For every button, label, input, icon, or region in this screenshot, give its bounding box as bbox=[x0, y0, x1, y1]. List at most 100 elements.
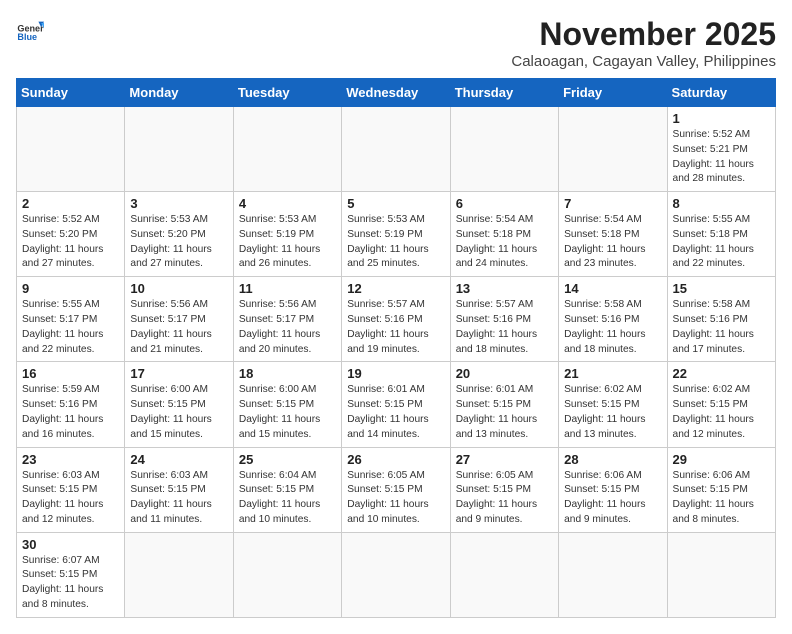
header: General Blue November 2025 Calaoagan, Ca… bbox=[16, 16, 776, 70]
calendar-cell: 3 Sunrise: 5:53 AM Sunset: 5:20 PM Daylig… bbox=[125, 192, 233, 277]
cell-content: Sunrise: 5:58 AM Sunset: 5:16 PM Dayligh… bbox=[673, 298, 770, 357]
calendar-cell: 29 Sunrise: 6:06 AM Sunset: 5:15 PM Dayli… bbox=[667, 447, 775, 532]
day-number: 30 bbox=[22, 537, 119, 552]
cell-content: Sunrise: 6:02 AM Sunset: 5:15 PM Dayligh… bbox=[673, 383, 770, 442]
calendar: SundayMondayTuesdayWednesdayThursdayFrid… bbox=[16, 78, 776, 618]
calendar-cell: 27 Sunrise: 6:05 AM Sunset: 5:15 PM Dayli… bbox=[450, 447, 558, 532]
calendar-cell: 4Sunrise: 5:53 AM Sunset: 5:19 PM Daylig… bbox=[233, 192, 341, 277]
cell-content: Sunrise: 5:52 AM Sunset: 5:21 PM Dayligh… bbox=[673, 128, 770, 187]
day-number: 20 bbox=[456, 366, 553, 381]
day-number: 17 bbox=[130, 366, 227, 381]
location-title: Calaoagan, Cagayan Valley, Philippines bbox=[511, 53, 776, 70]
cell-content: Sunrise: 5:55 AM Sunset: 5:18 PM Dayligh… bbox=[673, 213, 770, 272]
day-number: 3 bbox=[130, 196, 227, 211]
calendar-cell: 25Sunrise: 6:04 AM Sunset: 5:15 PM Dayli… bbox=[233, 447, 341, 532]
cell-content: Sunrise: 5:54 AM Sunset: 5:18 PM Dayligh… bbox=[456, 213, 553, 272]
weekday-saturday: Saturday bbox=[667, 79, 775, 107]
cell-content: Sunrise: 5:53 AM Sunset: 5:19 PM Dayligh… bbox=[347, 213, 444, 272]
calendar-cell: 12 Sunrise: 5:57 AM Sunset: 5:16 PM Dayli… bbox=[342, 277, 450, 362]
cell-content: Sunrise: 6:03 AM Sunset: 5:15 PM Dayligh… bbox=[22, 469, 119, 528]
calendar-cell: 24Sunrise: 6:03 AM Sunset: 5:15 PM Dayli… bbox=[125, 447, 233, 532]
cell-content: Sunrise: 5:57 AM Sunset: 5:16 PM Dayligh… bbox=[456, 298, 553, 357]
weekday-thursday: Thursday bbox=[450, 79, 558, 107]
cell-content: Sunrise: 6:01 AM Sunset: 5:15 PM Dayligh… bbox=[347, 383, 444, 442]
calendar-cell: 14 Sunrise: 5:58 AM Sunset: 5:16 PM Dayli… bbox=[559, 277, 667, 362]
cell-content: Sunrise: 6:03 AM Sunset: 5:15 PM Dayligh… bbox=[130, 469, 227, 528]
calendar-cell: 21Sunrise: 6:02 AM Sunset: 5:15 PM Dayli… bbox=[559, 362, 667, 447]
day-number: 23 bbox=[22, 452, 119, 467]
cell-content: Sunrise: 5:56 AM Sunset: 5:17 PM Dayligh… bbox=[239, 298, 336, 357]
week-row-2: 2Sunrise: 5:52 AM Sunset: 5:20 PM Daylig… bbox=[17, 192, 776, 277]
calendar-cell: 5 Sunrise: 5:53 AM Sunset: 5:19 PM Daylig… bbox=[342, 192, 450, 277]
calendar-cell: 17 Sunrise: 6:00 AM Sunset: 5:15 PM Dayli… bbox=[125, 362, 233, 447]
week-row-5: 23 Sunrise: 6:03 AM Sunset: 5:15 PM Dayli… bbox=[17, 447, 776, 532]
cell-content: Sunrise: 5:55 AM Sunset: 5:17 PM Dayligh… bbox=[22, 298, 119, 357]
logo-icon: General Blue bbox=[16, 16, 44, 44]
cell-content: Sunrise: 5:53 AM Sunset: 5:20 PM Dayligh… bbox=[130, 213, 227, 272]
calendar-cell bbox=[342, 107, 450, 192]
day-number: 27 bbox=[456, 452, 553, 467]
day-number: 9 bbox=[22, 281, 119, 296]
calendar-cell bbox=[559, 532, 667, 617]
calendar-cell: 23 Sunrise: 6:03 AM Sunset: 5:15 PM Dayli… bbox=[17, 447, 125, 532]
calendar-cell: 22Sunrise: 6:02 AM Sunset: 5:15 PM Dayli… bbox=[667, 362, 775, 447]
cell-content: Sunrise: 5:53 AM Sunset: 5:19 PM Dayligh… bbox=[239, 213, 336, 272]
day-number: 25 bbox=[239, 452, 336, 467]
weekday-monday: Monday bbox=[125, 79, 233, 107]
calendar-body: 1Sunrise: 5:52 AM Sunset: 5:21 PM Daylig… bbox=[17, 107, 776, 618]
month-title: November 2025 bbox=[511, 16, 776, 53]
calendar-cell bbox=[450, 107, 558, 192]
calendar-cell bbox=[233, 107, 341, 192]
day-number: 6 bbox=[456, 196, 553, 211]
cell-content: Sunrise: 5:59 AM Sunset: 5:16 PM Dayligh… bbox=[22, 383, 119, 442]
day-number: 15 bbox=[673, 281, 770, 296]
day-number: 19 bbox=[347, 366, 444, 381]
week-row-4: 16 Sunrise: 5:59 AM Sunset: 5:16 PM Dayli… bbox=[17, 362, 776, 447]
cell-content: Sunrise: 6:05 AM Sunset: 5:15 PM Dayligh… bbox=[347, 469, 444, 528]
calendar-cell bbox=[342, 532, 450, 617]
cell-content: Sunrise: 6:00 AM Sunset: 5:15 PM Dayligh… bbox=[130, 383, 227, 442]
cell-content: Sunrise: 5:52 AM Sunset: 5:20 PM Dayligh… bbox=[22, 213, 119, 272]
day-number: 7 bbox=[564, 196, 661, 211]
svg-text:Blue: Blue bbox=[17, 32, 37, 42]
weekday-wednesday: Wednesday bbox=[342, 79, 450, 107]
cell-content: Sunrise: 6:07 AM Sunset: 5:15 PM Dayligh… bbox=[22, 554, 119, 613]
cell-content: Sunrise: 5:54 AM Sunset: 5:18 PM Dayligh… bbox=[564, 213, 661, 272]
cell-content: Sunrise: 6:00 AM Sunset: 5:15 PM Dayligh… bbox=[239, 383, 336, 442]
calendar-cell: 1Sunrise: 5:52 AM Sunset: 5:21 PM Daylig… bbox=[667, 107, 775, 192]
cell-content: Sunrise: 5:58 AM Sunset: 5:16 PM Dayligh… bbox=[564, 298, 661, 357]
day-number: 5 bbox=[347, 196, 444, 211]
day-number: 8 bbox=[673, 196, 770, 211]
weekday-tuesday: Tuesday bbox=[233, 79, 341, 107]
week-row-1: 1Sunrise: 5:52 AM Sunset: 5:21 PM Daylig… bbox=[17, 107, 776, 192]
cell-content: Sunrise: 5:57 AM Sunset: 5:16 PM Dayligh… bbox=[347, 298, 444, 357]
calendar-cell: 8 Sunrise: 5:55 AM Sunset: 5:18 PM Daylig… bbox=[667, 192, 775, 277]
day-number: 29 bbox=[673, 452, 770, 467]
calendar-cell bbox=[233, 532, 341, 617]
calendar-cell: 2Sunrise: 5:52 AM Sunset: 5:20 PM Daylig… bbox=[17, 192, 125, 277]
weekday-sunday: Sunday bbox=[17, 79, 125, 107]
logo: General Blue bbox=[16, 16, 44, 44]
week-row-3: 9 Sunrise: 5:55 AM Sunset: 5:17 PM Daylig… bbox=[17, 277, 776, 362]
calendar-cell: 30 Sunrise: 6:07 AM Sunset: 5:15 PM Dayli… bbox=[17, 532, 125, 617]
day-number: 11 bbox=[239, 281, 336, 296]
day-number: 26 bbox=[347, 452, 444, 467]
calendar-cell: 10Sunrise: 5:56 AM Sunset: 5:17 PM Dayli… bbox=[125, 277, 233, 362]
calendar-cell: 19 Sunrise: 6:01 AM Sunset: 5:15 PM Dayli… bbox=[342, 362, 450, 447]
day-number: 14 bbox=[564, 281, 661, 296]
calendar-cell bbox=[17, 107, 125, 192]
calendar-cell: 18Sunrise: 6:00 AM Sunset: 5:15 PM Dayli… bbox=[233, 362, 341, 447]
calendar-cell: 9 Sunrise: 5:55 AM Sunset: 5:17 PM Daylig… bbox=[17, 277, 125, 362]
day-number: 13 bbox=[456, 281, 553, 296]
cell-content: Sunrise: 6:05 AM Sunset: 5:15 PM Dayligh… bbox=[456, 469, 553, 528]
day-number: 21 bbox=[564, 366, 661, 381]
calendar-cell bbox=[559, 107, 667, 192]
calendar-cell: 26 Sunrise: 6:05 AM Sunset: 5:15 PM Dayli… bbox=[342, 447, 450, 532]
cell-content: Sunrise: 6:01 AM Sunset: 5:15 PM Dayligh… bbox=[456, 383, 553, 442]
calendar-cell: 28Sunrise: 6:06 AM Sunset: 5:15 PM Dayli… bbox=[559, 447, 667, 532]
weekday-header-row: SundayMondayTuesdayWednesdayThursdayFrid… bbox=[17, 79, 776, 107]
cell-content: Sunrise: 6:06 AM Sunset: 5:15 PM Dayligh… bbox=[564, 469, 661, 528]
day-number: 16 bbox=[22, 366, 119, 381]
day-number: 12 bbox=[347, 281, 444, 296]
cell-content: Sunrise: 6:06 AM Sunset: 5:15 PM Dayligh… bbox=[673, 469, 770, 528]
